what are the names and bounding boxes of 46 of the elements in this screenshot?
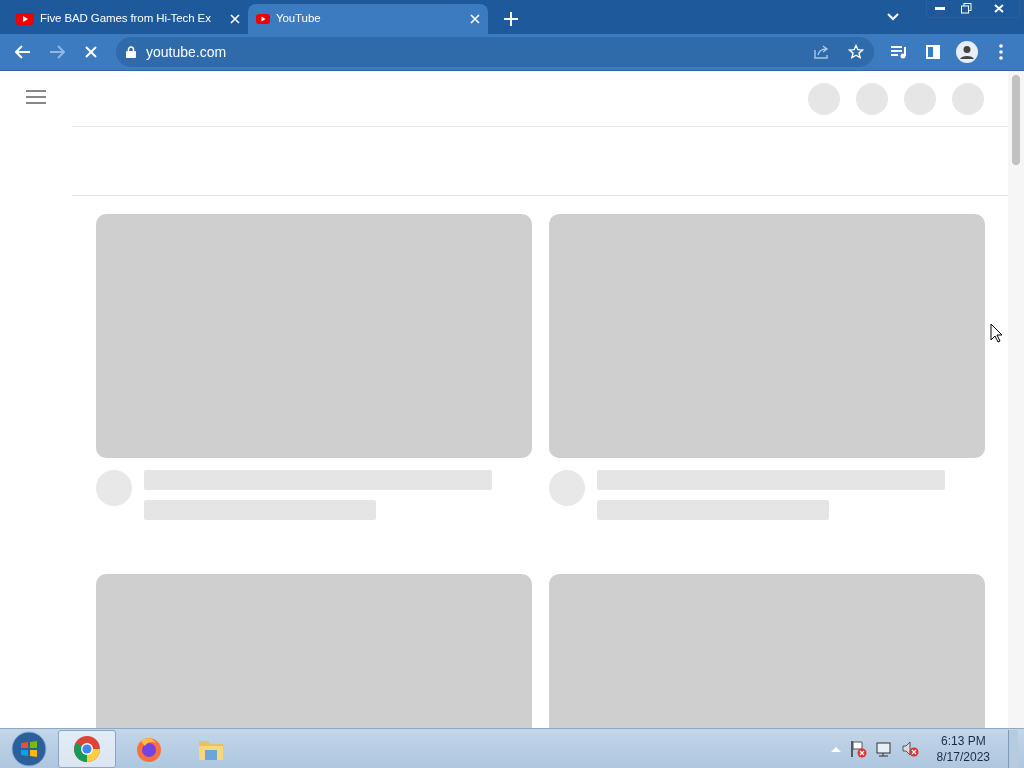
loading-placeholder <box>808 82 840 115</box>
chevron-down-icon <box>887 13 899 21</box>
windows-orb-icon <box>11 730 47 767</box>
scrollbar[interactable] <box>1008 71 1024 728</box>
play-logo-icon <box>16 13 34 25</box>
lock-icon <box>126 46 136 58</box>
flag-warning-icon[interactable] <box>848 739 867 758</box>
more-vertical-icon <box>999 44 1003 60</box>
tab-title: YouTube <box>276 11 322 27</box>
loading-placeholder <box>904 82 936 115</box>
loading-placeholder <box>856 82 888 115</box>
tab-close-button[interactable] <box>470 14 480 24</box>
restore-icon <box>960 3 972 14</box>
share-icon <box>814 45 830 59</box>
plus-icon <box>504 12 518 26</box>
arrow-left-icon <box>15 45 31 59</box>
mouse-pointer-icon <box>990 322 1004 343</box>
speaker-muted-icon[interactable] <box>900 739 919 758</box>
tab-title: Five BAD Games from Hi-Tech Ex <box>40 11 212 27</box>
side-panel-icon <box>926 45 940 59</box>
arrow-right-icon <box>49 45 65 59</box>
clock-date: 8/17/2023 <box>936 748 990 765</box>
scrollbar-thumb[interactable] <box>1012 75 1020 165</box>
address-bar[interactable]: youtube.com <box>116 37 874 67</box>
chrome-logo-icon <box>73 734 101 763</box>
playlist-icon <box>891 45 907 59</box>
browser-tab[interactable]: YouTube <box>248 4 488 34</box>
bookmark-button[interactable] <box>848 44 864 60</box>
avatar-icon <box>956 41 978 63</box>
browser-tab[interactable]: Five BAD Games from Hi-Tech Ex <box>8 4 248 34</box>
clock-time: 6:13 PM <box>939 732 987 749</box>
menu-button[interactable] <box>26 87 46 107</box>
url-text: youtube.com <box>146 42 227 62</box>
play-logo-icon <box>256 14 270 24</box>
close-icon <box>230 14 240 24</box>
taskbar-app-button[interactable] <box>58 729 116 768</box>
share-button[interactable] <box>814 45 830 59</box>
star-icon <box>848 44 864 60</box>
taskbar-clock[interactable]: 6:13 PM 8/17/2023 <box>926 732 1000 765</box>
close-icon <box>470 14 480 24</box>
close-icon <box>994 4 1004 13</box>
hamburger-icon <box>26 90 46 104</box>
minimize-icon <box>935 6 945 11</box>
close-icon <box>85 46 97 58</box>
loading-placeholder <box>952 82 984 115</box>
tab-close-button[interactable] <box>230 14 240 24</box>
